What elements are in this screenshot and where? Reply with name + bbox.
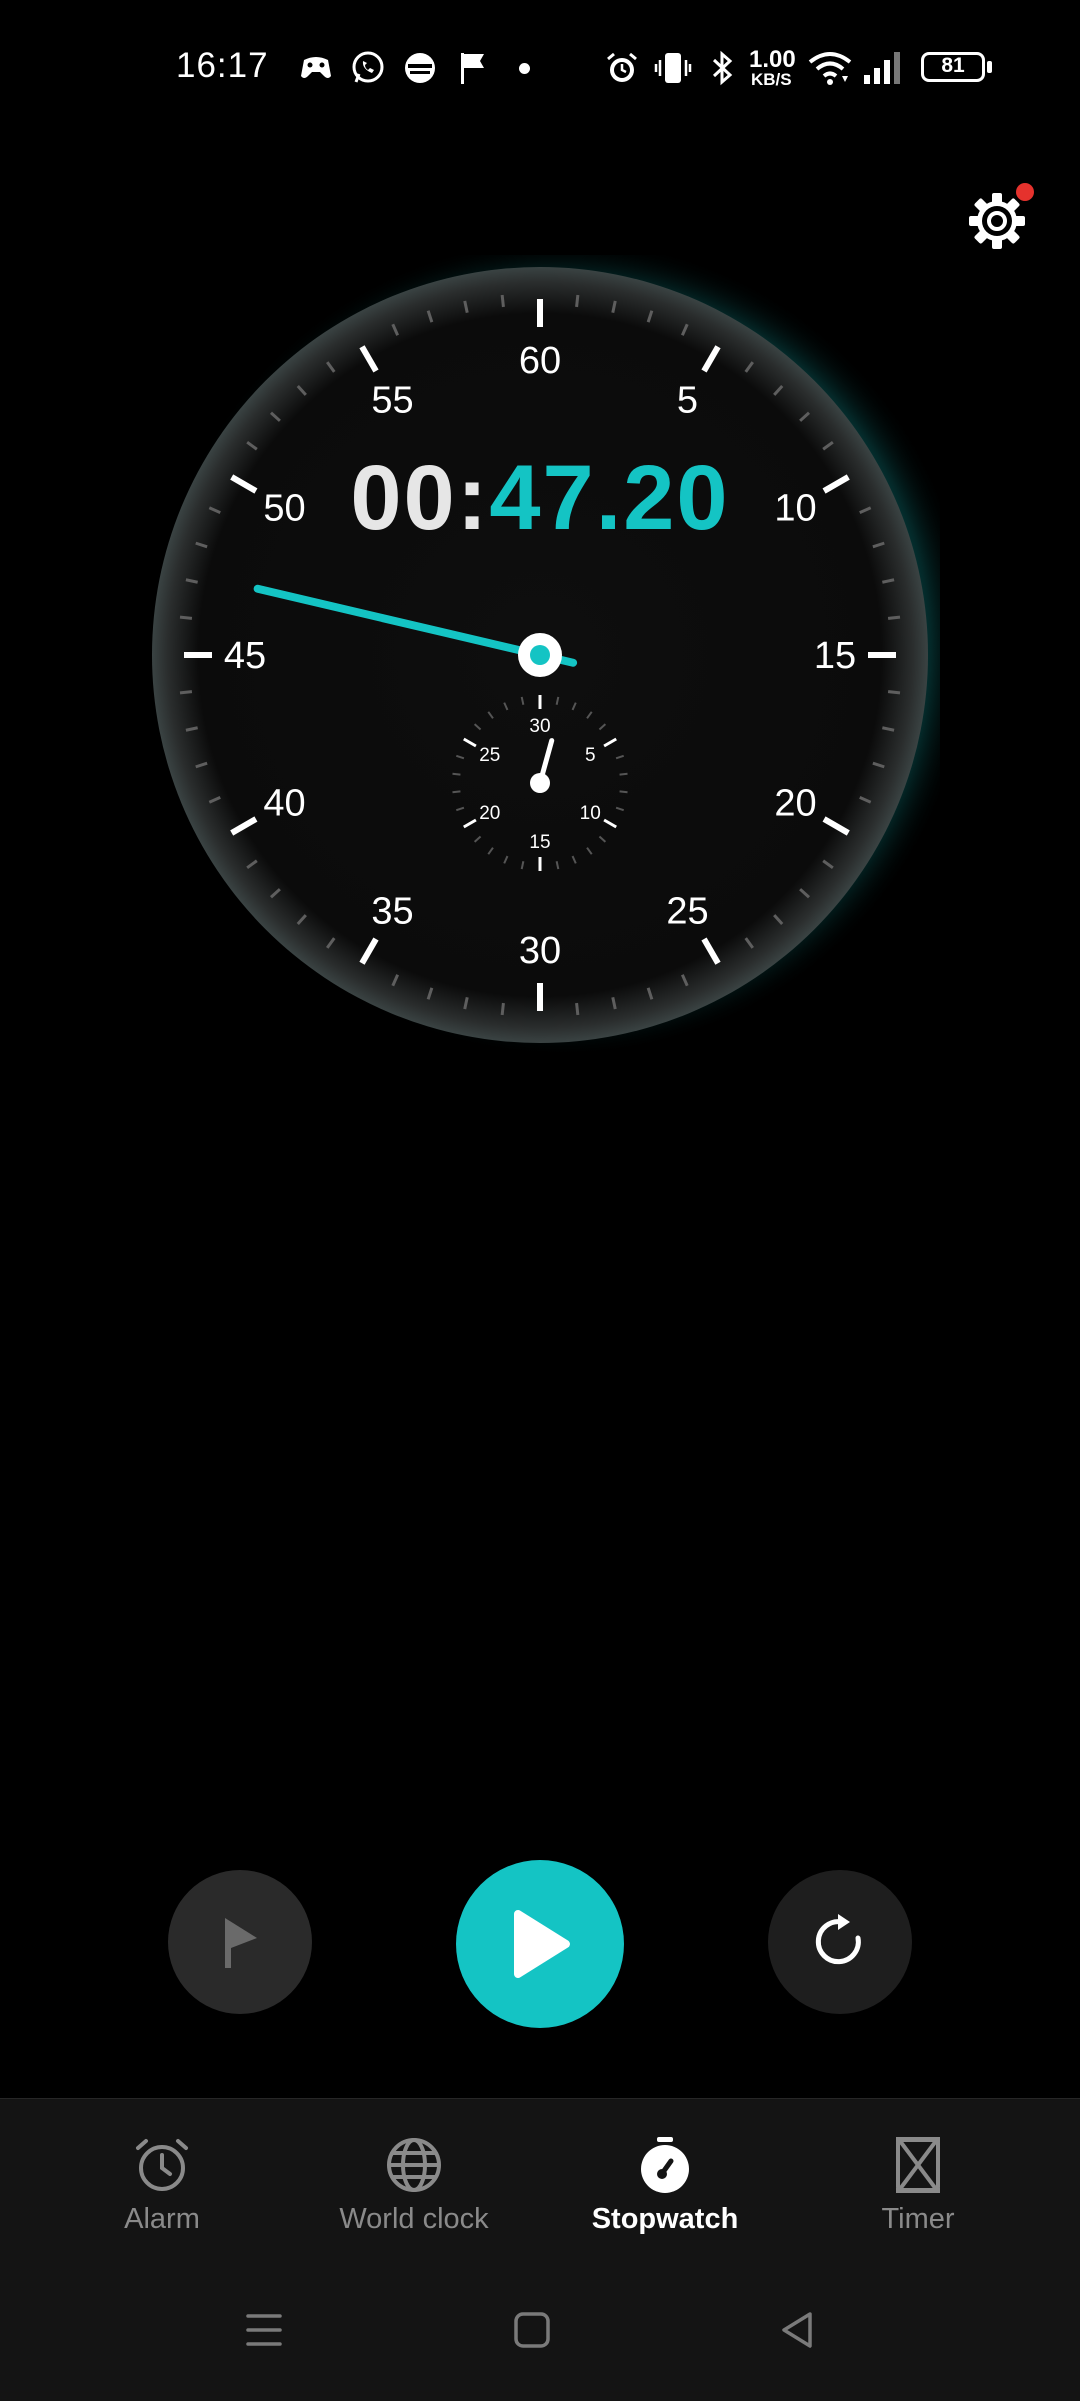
start-button[interactable] bbox=[456, 1860, 624, 2028]
flag-icon bbox=[225, 1918, 257, 1968]
alarm-icon bbox=[607, 52, 637, 82]
whatsapp-icon bbox=[352, 51, 384, 83]
sub-dial-label: 5 bbox=[585, 745, 596, 766]
minor-tick bbox=[179, 690, 193, 695]
battery-icon: 81 bbox=[921, 52, 985, 82]
dial-label: 40 bbox=[263, 783, 305, 825]
alarm-clock-icon bbox=[136, 2139, 188, 2191]
menu-icon[interactable] bbox=[244, 2310, 284, 2350]
stopwatch-icon bbox=[641, 2137, 689, 2193]
dial-label: 55 bbox=[371, 380, 413, 422]
hand-pivot-center bbox=[530, 645, 550, 665]
globe-icon bbox=[387, 2138, 441, 2192]
minor-tick bbox=[575, 294, 580, 308]
dial-label: 15 bbox=[814, 635, 856, 677]
sub-tick bbox=[619, 790, 628, 794]
status-time: 16:17 bbox=[176, 46, 269, 85]
vibrate-icon bbox=[654, 53, 692, 83]
dial-label: 5 bbox=[677, 380, 698, 422]
sub-dial-label: 25 bbox=[479, 745, 500, 766]
dot-icon bbox=[519, 63, 530, 74]
system-nav bbox=[0, 2296, 1080, 2360]
dial-label: 20 bbox=[774, 783, 816, 825]
bluetooth-icon bbox=[712, 50, 733, 86]
dial-label: 30 bbox=[519, 930, 561, 972]
tab-label: World clock bbox=[339, 2203, 489, 2235]
play-icon bbox=[514, 1910, 570, 1978]
minor-tick bbox=[179, 615, 193, 620]
minor-tick bbox=[500, 1002, 505, 1016]
minor-tick bbox=[887, 615, 901, 620]
sub-tick bbox=[452, 790, 461, 794]
tab-timer[interactable]: Timer bbox=[783, 2099, 1053, 2279]
time-readout: 00:47.20 bbox=[0, 446, 1080, 551]
app-icon bbox=[405, 53, 435, 83]
tab-stopwatch[interactable]: Stopwatch bbox=[530, 2099, 800, 2279]
readout-seconds: 47.20 bbox=[489, 447, 730, 549]
minute-hand-pivot bbox=[530, 773, 550, 793]
wifi-icon bbox=[808, 52, 852, 85]
tab-label: Stopwatch bbox=[591, 2203, 739, 2235]
sub-tick bbox=[619, 772, 628, 776]
signal-icon bbox=[864, 52, 900, 84]
reset-icon bbox=[815, 1914, 861, 1965]
flag-icon bbox=[461, 53, 484, 84]
battery-tip bbox=[987, 61, 992, 73]
battery-level: 81 bbox=[941, 54, 965, 77]
minor-tick bbox=[887, 690, 901, 695]
net-speed-unit: KB/S bbox=[751, 70, 792, 89]
dial-label: 45 bbox=[224, 635, 266, 677]
home-icon[interactable] bbox=[512, 2310, 552, 2350]
lap-button[interactable] bbox=[168, 1870, 312, 2014]
minor-tick bbox=[500, 294, 505, 308]
stopwatch-dial: 60 5 10 15 20 25 30 35 40 45 50 55 30 5 10 15 20 25 bbox=[140, 237, 972, 1057]
dial-label: 35 bbox=[371, 890, 413, 932]
settings-badge bbox=[1016, 183, 1034, 201]
hourglass-icon bbox=[896, 2137, 940, 2193]
game-controller-icon bbox=[301, 57, 331, 78]
status-bar: 16:17 1.00 KB/S 81 bbox=[0, 0, 1080, 140]
dial-face: 60510152025303540455055 30510152025 bbox=[152, 237, 972, 1057]
reset-button[interactable] bbox=[768, 1870, 912, 2014]
sub-dial-label: 10 bbox=[580, 803, 601, 824]
tab-label: Timer bbox=[881, 2203, 955, 2235]
sub-tick bbox=[452, 772, 461, 776]
sub-dial-label: 30 bbox=[529, 716, 550, 737]
dial-label: 25 bbox=[666, 890, 708, 932]
minor-tick bbox=[575, 1002, 580, 1016]
sub-dial-label: 20 bbox=[479, 803, 500, 824]
readout-minutes: 00: bbox=[350, 447, 490, 549]
tab-world-clock[interactable]: World clock bbox=[279, 2099, 549, 2279]
back-icon[interactable] bbox=[778, 2310, 818, 2350]
sub-dial-label: 15 bbox=[529, 832, 550, 853]
tab-alarm[interactable]: Alarm bbox=[27, 2099, 297, 2279]
dial-label: 60 bbox=[519, 340, 561, 382]
tab-label: Alarm bbox=[124, 2203, 200, 2235]
